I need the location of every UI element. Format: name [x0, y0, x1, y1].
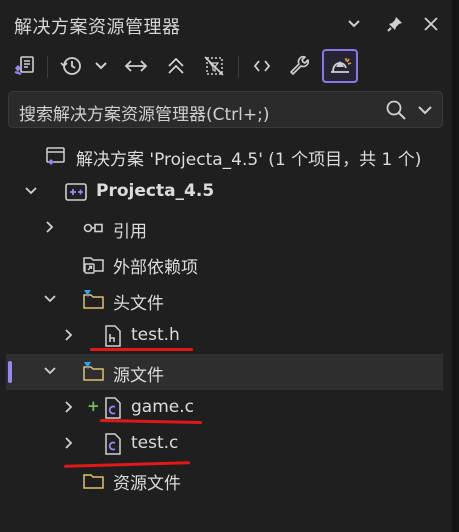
tree-item-test-h[interactable]: test.h [0, 318, 452, 354]
panel-titlebar: 解决方案资源管理器 [0, 0, 452, 50]
toolbar-separator [238, 56, 239, 78]
tree-item-header-files[interactable]: 头文件 [0, 282, 452, 318]
close-icon[interactable] [417, 10, 445, 38]
c-source-file-icon [101, 396, 125, 420]
tree-item-source-files[interactable]: 源文件 [6, 354, 443, 390]
c-source-file-icon [101, 432, 125, 456]
pin-icon[interactable] [381, 10, 409, 38]
external-dependencies-icon [82, 252, 106, 276]
chevron-down-icon[interactable] [90, 50, 112, 82]
chevron-right-icon[interactable] [62, 436, 76, 450]
chevron-right-icon[interactable] [62, 400, 76, 414]
collapse-all-icon[interactable] [160, 50, 192, 82]
filter-folder-icon [82, 288, 106, 312]
selection-marker [8, 361, 12, 383]
references-icon [82, 216, 106, 240]
chevron-down-icon[interactable] [414, 100, 436, 120]
tree-item-project[interactable]: Projecta_4.5 [0, 174, 452, 210]
chevron-right-icon[interactable] [43, 220, 57, 234]
vs-solution-switch-icon[interactable] [8, 50, 42, 82]
folder-icon [82, 468, 106, 492]
added-plus-icon: + [87, 397, 100, 415]
tree-item-label: test.h [131, 325, 180, 345]
chevron-right-icon[interactable] [62, 328, 76, 342]
solution-explorer-panel: 解决方案资源管理器 搜索解决方案资源管理器(Ctrl+;) 解决方案 'Proj… [0, 0, 452, 532]
tree-item-resource-files[interactable]: 资源文件 [0, 462, 452, 498]
tree-item-label: game.c [131, 397, 194, 417]
tree-item-references[interactable]: 引用 [0, 210, 452, 246]
sync-arrows-icon[interactable] [120, 50, 152, 82]
toolbar-separator [47, 56, 48, 78]
tree-item-label: Projecta_4.5 [96, 181, 215, 201]
chevron-down-icon[interactable] [43, 292, 57, 306]
properties-wrench-icon[interactable] [284, 50, 316, 82]
search-box[interactable]: 搜索解决方案资源管理器(Ctrl+;) [8, 91, 443, 128]
search-icon[interactable] [384, 98, 408, 122]
filter-pending-icon[interactable] [198, 50, 230, 82]
tree-item-external-dependencies[interactable]: 外部依赖项 [0, 246, 452, 282]
chevron-down-icon[interactable] [24, 184, 38, 198]
tree-item-game-c[interactable]: + game.c [0, 390, 452, 426]
tree-item-label: 资源文件 [113, 474, 181, 494]
annotation-underline [90, 348, 193, 351]
tree-item-label: 外部依赖项 [113, 258, 198, 278]
search-input[interactable]: 搜索解决方案资源管理器(Ctrl+;) [19, 100, 269, 125]
chevron-down-icon[interactable] [43, 364, 57, 378]
tree-item-label: 解决方案 'Projecta_4.5' (1 个项目，共 1 个) [76, 150, 422, 170]
toolbar [0, 48, 452, 86]
tree-item-label: test.c [131, 433, 179, 453]
tree-item-label: 引用 [113, 222, 147, 242]
panel-title: 解决方案资源管理器 [14, 17, 181, 38]
tree-item-label: 源文件 [113, 366, 164, 386]
preview-selected-icon[interactable] [322, 49, 358, 83]
tree-item-solution[interactable]: 解决方案 'Projecta_4.5' (1 个项目，共 1 个) [0, 138, 452, 174]
history-icon[interactable] [56, 50, 86, 82]
filter-folder-icon [82, 360, 106, 384]
code-view-icon[interactable] [246, 50, 278, 82]
header-file-icon [101, 324, 125, 348]
window-edge [452, 0, 459, 532]
tree-item-test-c[interactable]: test.c [0, 426, 452, 462]
solution-icon [44, 144, 68, 168]
cpp-project-icon [64, 180, 88, 204]
chevron-down-icon[interactable] [340, 10, 368, 38]
tree-item-label: 头文件 [113, 294, 164, 314]
